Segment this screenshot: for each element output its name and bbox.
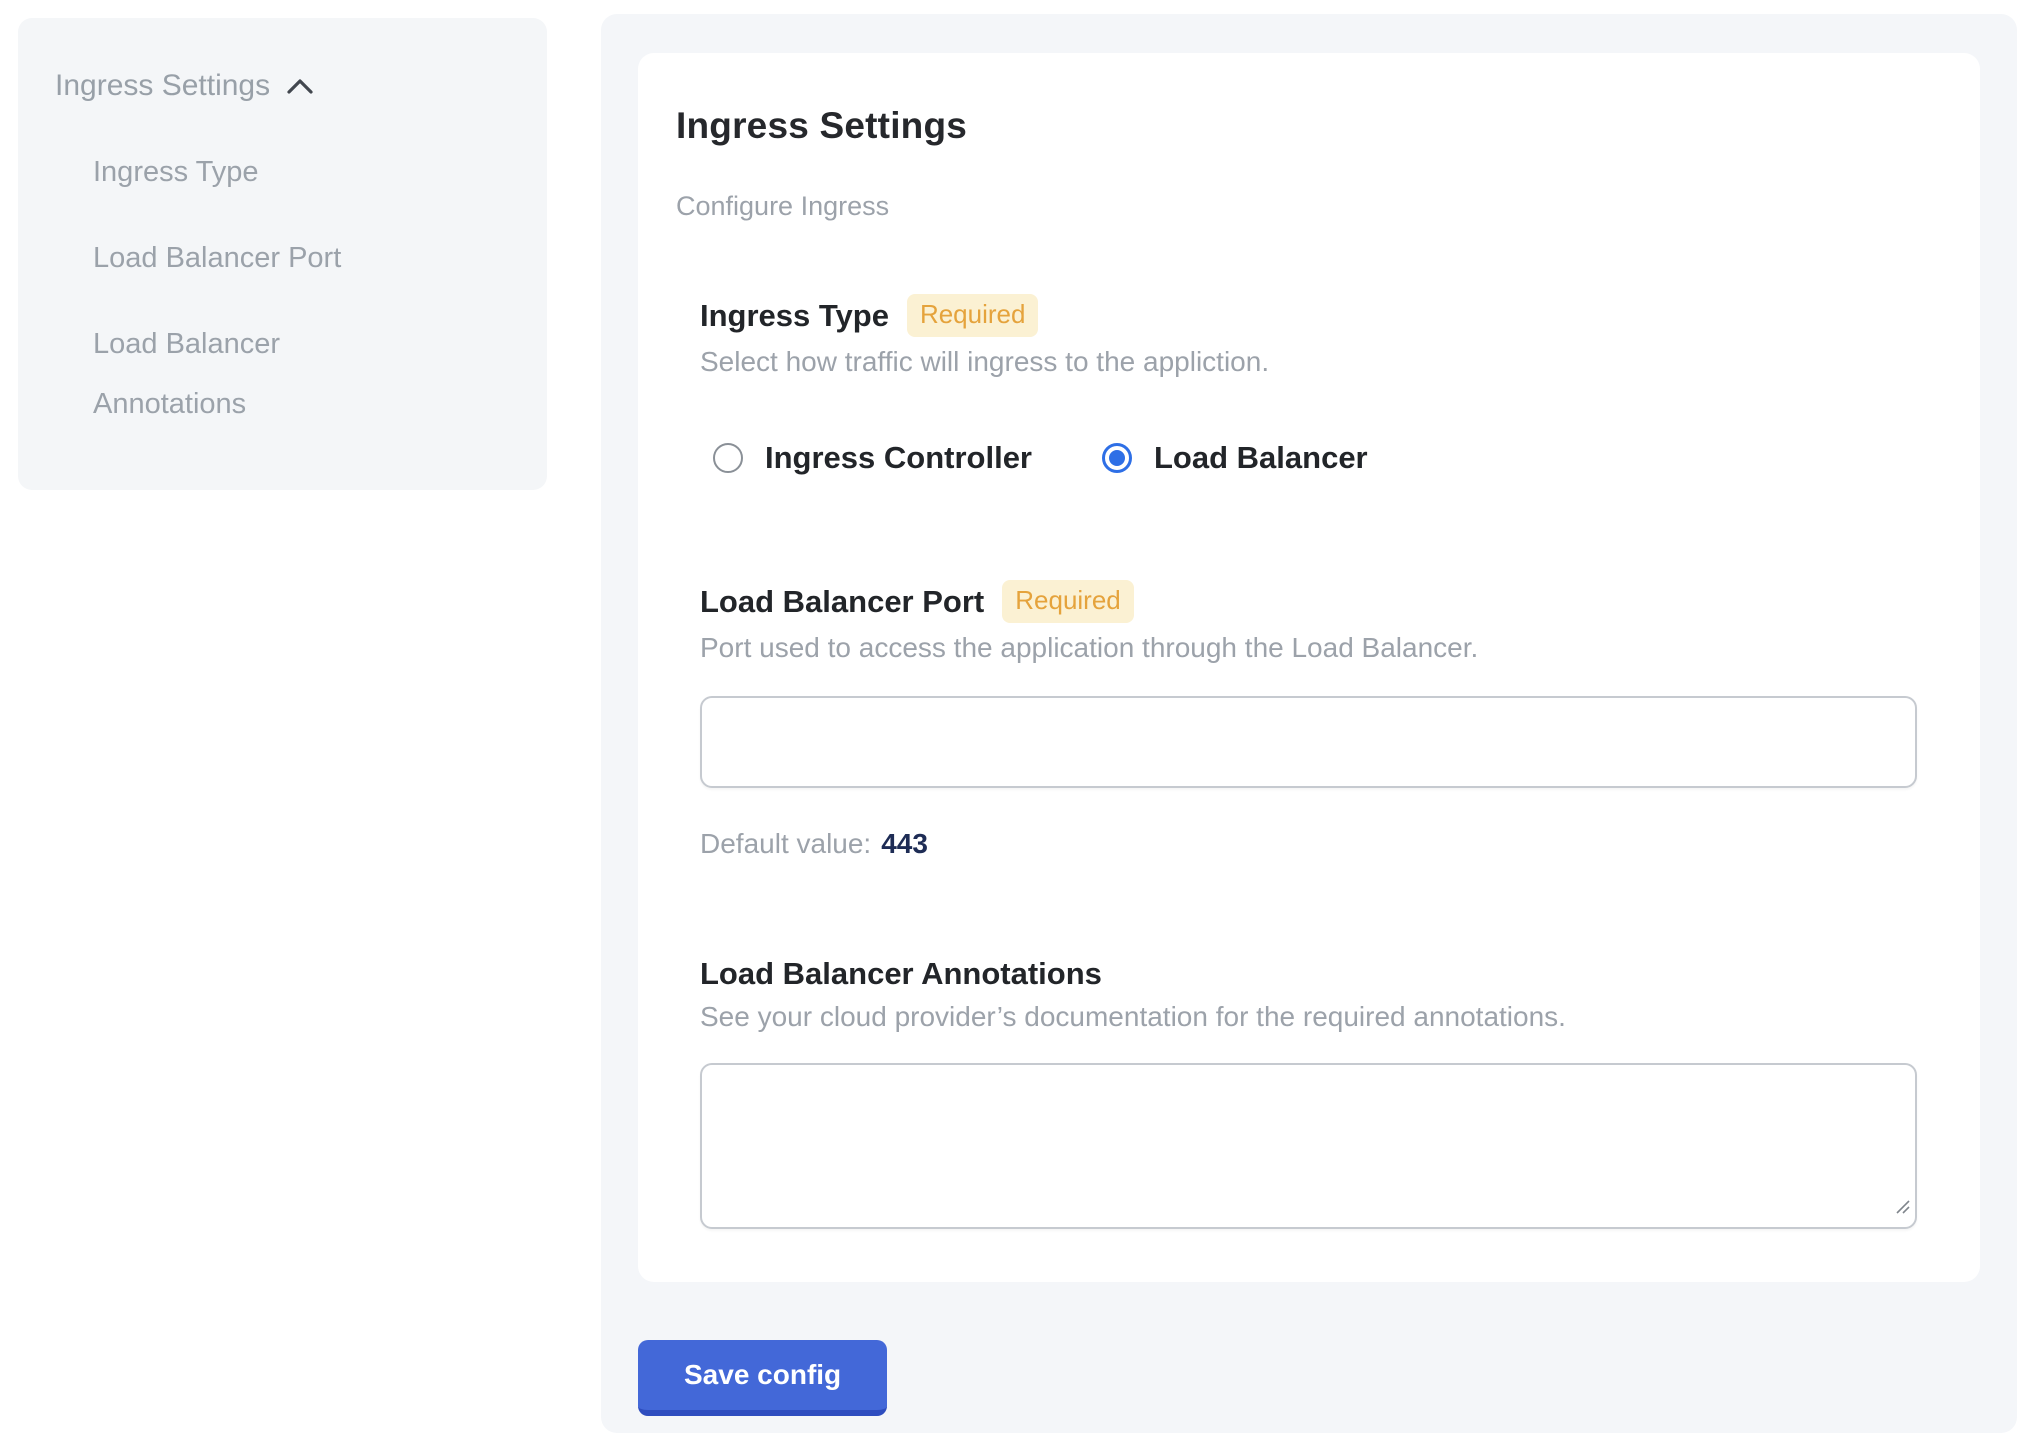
field-load-balancer-annotations: Load Balancer Annotations See your cloud… [700, 956, 1918, 1229]
sidebar-group-label: Ingress Settings [55, 66, 270, 106]
load-balancer-port-input[interactable] [700, 696, 1917, 788]
sidebar-item-load-balancer-port[interactable]: Load Balancer Port [93, 228, 385, 288]
field-ingress-type: Ingress Type Required Select how traffic… [700, 294, 1918, 476]
required-badge: Required [1002, 580, 1134, 623]
radio-label-load-balancer[interactable]: Load Balancer [1154, 440, 1368, 476]
sidebar-item-ingress-type[interactable]: Ingress Type [93, 142, 385, 202]
form-sections: Ingress Type Required Select how traffic… [700, 294, 1918, 1229]
settings-nav-sidebar: Ingress Settings Ingress Type Load Balan… [18, 18, 547, 490]
save-config-button[interactable]: Save config [638, 1340, 887, 1416]
ingress-type-radio-group: Ingress Controller Load Balancer [713, 440, 1918, 476]
field-load-balancer-port: Load Balancer Port Required Port used to… [700, 580, 1918, 860]
page: Ingress Settings Ingress Type Load Balan… [0, 0, 2036, 1452]
page-subtitle: Configure Ingress [676, 191, 1918, 222]
radio-button-load-balancer[interactable] [1102, 443, 1132, 473]
page-title: Ingress Settings [676, 105, 1918, 147]
field-label-load-balancer-port: Load Balancer Port [700, 584, 984, 620]
field-description-ingress-type: Select how traffic will ingress to the a… [700, 346, 1918, 378]
sidebar-item-list: Ingress Type Load Balancer Port Load Bal… [55, 142, 385, 434]
default-value-label: Default value: [700, 828, 871, 859]
sidebar-group-ingress-settings[interactable]: Ingress Settings [55, 66, 507, 106]
radio-option-ingress-controller[interactable]: Ingress Controller [713, 440, 1032, 476]
field-description-load-balancer-annotations: See your cloud provider’s documentation … [700, 1001, 1918, 1033]
field-label-load-balancer-annotations: Load Balancer Annotations [700, 956, 1102, 992]
required-badge: Required [907, 294, 1039, 337]
load-balancer-annotations-textarea[interactable] [700, 1063, 1917, 1229]
default-value-line: Default value: 443 [700, 828, 1918, 860]
radio-option-load-balancer[interactable]: Load Balancer [1102, 440, 1368, 476]
ingress-settings-card: Ingress Settings Configure Ingress Ingre… [638, 53, 1980, 1282]
sidebar-item-load-balancer-annotations[interactable]: Load Balancer Annotations [93, 314, 385, 434]
radio-button-ingress-controller[interactable] [713, 443, 743, 473]
field-description-load-balancer-port: Port used to access the application thro… [700, 632, 1918, 664]
chevron-up-icon [286, 66, 314, 106]
radio-label-ingress-controller[interactable]: Ingress Controller [765, 440, 1032, 476]
field-label-ingress-type: Ingress Type [700, 298, 889, 334]
default-value-number: 443 [881, 828, 928, 859]
main-panel: Ingress Settings Configure Ingress Ingre… [601, 14, 2017, 1433]
